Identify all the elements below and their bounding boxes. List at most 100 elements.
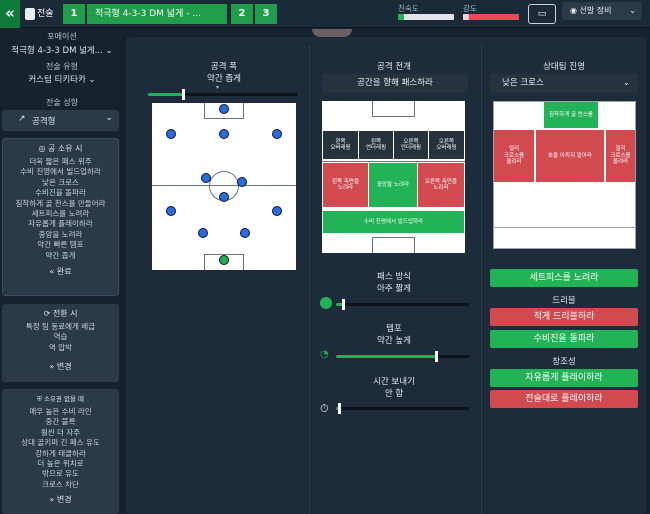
in-possession-done-button[interactable]: « 완료: [3, 266, 118, 277]
sort-dropdown[interactable]: ◉ 선발 정비 ⌄: [562, 2, 642, 20]
cross-dropdown-value: 낮은 크로스: [502, 78, 544, 88]
instruction-item: 상대 골키퍼 긴 패스 유도: [21, 438, 100, 448]
double-chevron-left-icon: «: [49, 267, 57, 277]
oop-change-label: 변경: [56, 495, 72, 505]
goalkeeper-marker[interactable]: [219, 255, 229, 265]
tactic-slot-3[interactable]: 3: [255, 4, 277, 24]
right-flank-cell[interactable]: 오른쪽 측면을 노려라: [418, 163, 464, 207]
run-at-defence-button[interactable]: 수비진을 돌파라: [490, 330, 638, 348]
tactic-slot-2[interactable]: 2: [231, 4, 253, 24]
player-marker[interactable]: [166, 129, 176, 139]
player-marker[interactable]: [272, 129, 282, 139]
transition-panel[interactable]: ⟳ 전환 시 특정 팀 동료에게 배급 역습 역 압박 » 변경: [2, 304, 119, 382]
pass-knob[interactable]: [342, 299, 345, 310]
instruction-item: 더 높은 위치로: [37, 459, 84, 469]
final-third-top-cell[interactable]: 침착하게 골 찬스를: [544, 102, 598, 128]
play-by-tactic-button[interactable]: 전술대로 플레이하라: [490, 390, 638, 408]
instruction-item: 중앙을 노려라: [38, 229, 83, 239]
intensity-label: 강도: [463, 4, 477, 13]
pass-value: 아주 짧게: [377, 284, 411, 294]
time-wasting-label: 시간 보내기: [373, 377, 415, 387]
stopwatch-icon: ⏱: [320, 402, 329, 415]
in-possession-panel[interactable]: ◎ 공 소유 시 더욱 짧은 패스 위주 수비 진영에서 빌드업하라 낮은 크로스 수…: [2, 138, 119, 296]
attack-width-slider[interactable]: [148, 93, 298, 96]
instruction-item: 역습: [53, 332, 68, 342]
tactics-tab[interactable]: 전술: [25, 5, 55, 23]
cross-dropdown[interactable]: 낮은 크로스 ⌄: [490, 74, 638, 93]
tempo-slider[interactable]: [336, 355, 469, 358]
penalty-box-top: [372, 101, 415, 117]
left-overlap-cell[interactable]: 왼쪽 오버래핑: [323, 131, 358, 159]
creativity-label: 창조성: [552, 357, 576, 367]
dribble-less-button[interactable]: 적게 드리블하라: [490, 308, 638, 326]
transition-title-text: 전환 시: [52, 309, 78, 318]
attack-width-value: 약간 좁게: [207, 74, 241, 84]
tempo-knob[interactable]: [435, 351, 438, 362]
setpiece-button[interactable]: 세트피스를 노려라: [490, 269, 638, 287]
instruction-item: 약간 빠른 템포: [37, 240, 84, 250]
player-marker[interactable]: [201, 173, 211, 183]
mentality-label: 전술 성향: [46, 98, 78, 107]
style-value: 커스텀 티키타카: [28, 75, 86, 85]
center-cell[interactable]: 중앙을 노려라: [369, 163, 417, 207]
tactic-slot-1[interactable]: 1: [63, 4, 85, 24]
defense-buildup-cell[interactable]: 수비 진영에서 빌드업하라: [323, 211, 464, 233]
time-wasting-slider[interactable]: [336, 407, 469, 410]
formation-dropdown[interactable]: 적극형 4-3-3 DM 넓게... ⌄: [0, 44, 124, 56]
style-label: 전술 유형: [46, 62, 78, 71]
instruction-item: 약간 좁게: [45, 250, 76, 260]
ball-icon: ◎: [38, 144, 48, 153]
divider: [481, 45, 482, 514]
player-marker[interactable]: [272, 206, 282, 216]
final-third-title: 상대팀 진영: [543, 62, 585, 72]
mentality-value: 공격형: [32, 117, 56, 127]
pass-label: 패스 방식: [377, 272, 411, 282]
back-button[interactable]: «: [0, 0, 20, 28]
change-label: 변경: [56, 362, 72, 372]
time-wasting-knob[interactable]: [338, 403, 341, 414]
instruction-item: 자유롭게 플레이하라: [28, 219, 93, 229]
shoot-on-sight-cell[interactable]: 숏을 아끼지 말아라: [536, 130, 604, 182]
player-marker[interactable]: [219, 129, 229, 139]
divider: [309, 45, 310, 514]
player-marker[interactable]: [198, 228, 208, 238]
chevron-down-icon: ⌄: [105, 113, 113, 123]
style-dropdown[interactable]: 커스텀 티키타카 ⌄: [0, 73, 124, 85]
player-marker[interactable]: [240, 228, 250, 238]
out-of-possession-title: ⛨ 소유권 없을 때: [2, 393, 119, 404]
player-marker[interactable]: [219, 192, 229, 202]
player-marker[interactable]: [237, 177, 247, 187]
mentality-dropdown[interactable]: ↗ 공격형 ⌄: [2, 110, 119, 131]
intensity-meter: [463, 14, 519, 20]
lineup-icon: ▭: [537, 9, 547, 19]
right-underlap-cell[interactable]: 오른쪽 언더래핑: [394, 131, 428, 159]
formation-value: 적극형 4-3-3 DM 넓게...: [11, 46, 103, 56]
pass-slider[interactable]: [336, 303, 469, 306]
done-label: 완료: [56, 267, 72, 277]
right-overlap-cell[interactable]: 오른쪽 오버래핑: [429, 131, 464, 159]
build-up-dropdown[interactable]: 공간을 향해 패스하라: [322, 74, 468, 93]
oop-change-button[interactable]: » 변경: [2, 494, 119, 505]
chevron-down-icon: ⌄: [622, 78, 630, 88]
left-underlap-cell[interactable]: 왼쪽 언더래핑: [359, 131, 393, 159]
transition-change-button[interactable]: » 변경: [2, 361, 119, 372]
tactics-icon: [25, 7, 35, 20]
left-flank-cell[interactable]: 왼쪽 측면을 노려라: [323, 163, 368, 207]
tactics-label: 전술: [37, 9, 54, 19]
early-cross-right-cell[interactable]: 얼리 크로스를 올려라: [606, 130, 635, 182]
early-cross-left-cell[interactable]: 얼리 크로스를 올려라: [494, 130, 534, 182]
out-of-possession-list: 매우 높은 수비 라인 중간 블록 훨씬 더 자주 상대 골키퍼 긴 패스 유도 강하게…: [2, 407, 119, 490]
instruction-item: 밖으로 유도: [42, 469, 79, 479]
instruction-item: 낮은 크로스: [42, 177, 79, 187]
play-freely-button[interactable]: 자유롭게 플레이하라: [490, 369, 638, 387]
out-of-possession-panel[interactable]: ⛨ 소유권 없을 때 매우 높은 수비 라인 중간 블록 훨씬 더 자주 상대 골키퍼…: [2, 389, 119, 514]
lineup-icon-button[interactable]: ▭: [528, 4, 556, 24]
player-marker[interactable]: [166, 206, 176, 216]
build-up-pitch: 왼쪽 오버래핑 왼쪽 언더래핑 오른쪽 언더래핑 오른쪽 오버래핑 왼쪽 측면을 노려라 …: [322, 101, 465, 253]
in-possession-title-text: 공 소유 시: [48, 144, 83, 153]
attack-width-knob[interactable]: [182, 89, 185, 100]
speedometer-icon: ◔: [320, 349, 329, 360]
ball-icon: [320, 297, 332, 309]
tactic-slot-name[interactable]: 적극형 4-3-3 DM 넓게 - ...: [87, 4, 227, 24]
player-marker[interactable]: [219, 104, 229, 114]
